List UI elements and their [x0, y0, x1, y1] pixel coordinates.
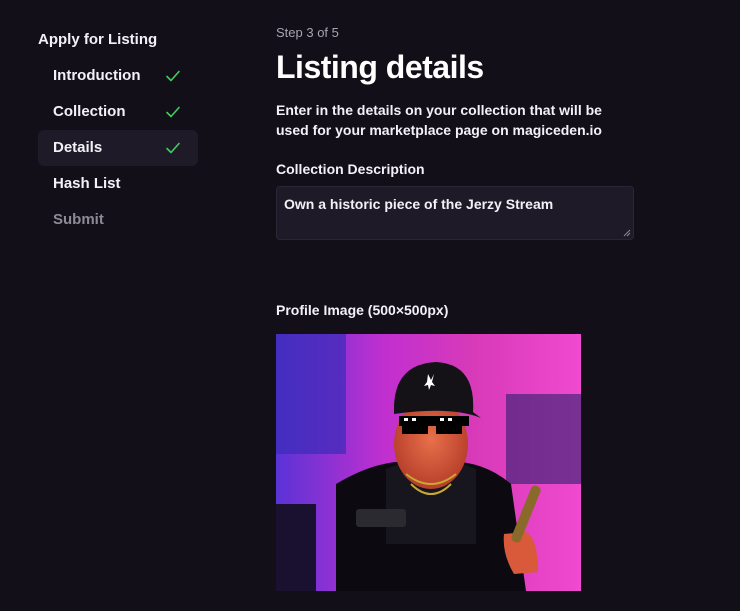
- page-title: Listing details: [276, 49, 484, 85]
- check-icon: [166, 70, 180, 82]
- collection-description-label: Collection Description: [276, 161, 425, 177]
- page-description: Enter in the details on your collection …: [276, 102, 602, 138]
- sidebar-item-collection[interactable]: Collection: [38, 94, 198, 130]
- main-content: Step 3 of 5 Listing details Enter in the…: [276, 24, 716, 591]
- sidebar-item-hash-list[interactable]: Hash List: [38, 166, 198, 202]
- check-icon: [166, 142, 180, 154]
- sidebar-item-label: Collection: [53, 103, 126, 120]
- listing-application-page: Apply for Listing Introduction Collectio…: [0, 0, 740, 611]
- sidebar-item-label: Submit: [53, 211, 104, 228]
- sidebar: Apply for Listing Introduction Collectio…: [38, 30, 198, 238]
- profile-image-label: Profile Image (500×500px): [276, 302, 449, 318]
- sidebar-item-introduction[interactable]: Introduction: [38, 58, 198, 94]
- sidebar-item-details[interactable]: Details: [38, 130, 198, 166]
- check-icon: [166, 106, 180, 118]
- collection-description-value: Own a historic piece of the Jerzy Stream: [284, 196, 554, 212]
- sidebar-title: Apply for Listing: [38, 31, 158, 48]
- resize-grip-icon[interactable]: [623, 229, 631, 237]
- sidebar-item-label: Details: [53, 139, 103, 156]
- step-counter: Step 3 of 5: [276, 25, 339, 40]
- sidebar-item-label: Introduction: [53, 67, 141, 84]
- sidebar-item-label: Hash List: [53, 175, 121, 192]
- profile-image[interactable]: [276, 334, 581, 591]
- collection-description-input[interactable]: Own a historic piece of the Jerzy Stream: [276, 186, 634, 240]
- sidebar-item-submit: Submit: [38, 202, 198, 238]
